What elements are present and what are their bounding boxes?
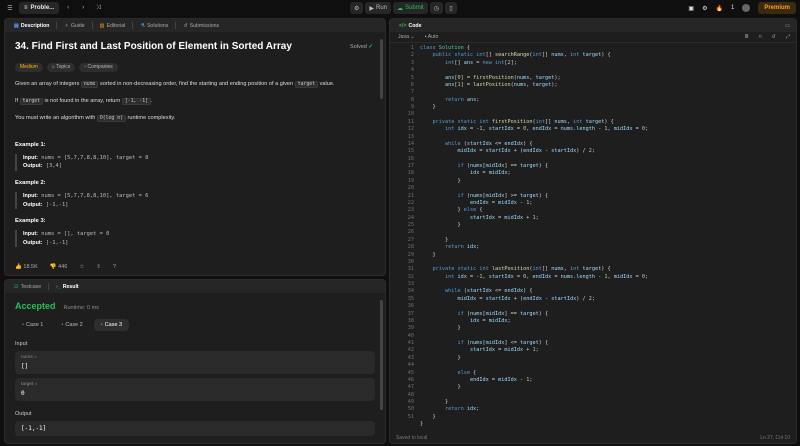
- code-editor[interactable]: 1 2 3 4 5 6 7 8 9 10 11 12 13 14 15 16 17 18 19 20 21 22 23 24 2…: [390, 43, 796, 435]
- list-icon: ≡: [24, 5, 28, 11]
- check-icon: ✓: [368, 44, 373, 50]
- tab-result[interactable]: ›_ Result: [51, 282, 83, 292]
- code-tabs: </> Code ▭: [390, 19, 796, 32]
- tab-guide[interactable]: ✧ Guide: [59, 21, 89, 31]
- companies-chip[interactable]: ▫ Companies: [79, 62, 118, 72]
- problem-title: Proble...: [30, 5, 55, 11]
- book-icon: ▥: [99, 22, 105, 29]
- run-button[interactable]: ▶ Run: [365, 2, 392, 14]
- fire-icon: 🔥: [715, 5, 723, 12]
- output-label: Output: [15, 411, 32, 417]
- case-tab-2[interactable]: • Case 2: [54, 319, 89, 331]
- description-panel: ▤ Description ✧ Guide ▥ Editorial ⚗ Solution…: [4, 18, 386, 276]
- format-icon[interactable]: ≣: [744, 34, 748, 40]
- tab-code[interactable]: </> Code: [394, 21, 426, 31]
- example-box: Input: nums = [5,7,7,8,8,10], target = 8…: [15, 154, 375, 171]
- like-button[interactable]: 👍 18.5K: [15, 264, 38, 270]
- case-tab-3[interactable]: • Case 3: [93, 319, 130, 331]
- top-bar: ☰ ≡ Proble... ‹ › ⤨ ⚙ ▶ Run ☁ Submit ◷ ▯ ▣ …: [0, 0, 800, 17]
- cursor-position: Ln 27, Col 10: [760, 435, 790, 441]
- description-paragraph: You must write an algorithm with O(log n…: [15, 114, 176, 122]
- scrollbar[interactable]: [380, 300, 383, 410]
- prev-icon[interactable]: ‹: [62, 2, 74, 14]
- runtime-text: Runtime: 0 ms: [63, 305, 99, 311]
- line-numbers: 1 2 3 4 5 6 7 8 9 10 11 12 13 14 15 16 17 18 19 20 21 22 23 24 2…: [407, 45, 414, 420]
- nums-box: nums = []: [15, 351, 375, 374]
- output-box: [-1,-1]: [15, 421, 375, 436]
- notes-icon[interactable]: ▯: [444, 2, 457, 14]
- status-badge: Accepted: [15, 301, 56, 311]
- flask-icon: ⚗: [140, 22, 145, 29]
- code-lines[interactable]: class Solution { public static int[] sea…: [420, 45, 648, 429]
- example-heading: Example 2:: [15, 179, 46, 186]
- description-footer: 👍 18.5K 👎 446 ☆ ⇪ ?: [15, 264, 116, 270]
- input-label: Input: [15, 341, 28, 347]
- reset-icon[interactable]: ↺: [771, 34, 775, 40]
- code-icon: </>: [399, 22, 407, 29]
- tab-description[interactable]: ▤ Description: [9, 21, 54, 31]
- lock-icon: ▪: [424, 34, 427, 40]
- cloud-icon: ☁: [397, 5, 404, 12]
- play-icon: ▶: [369, 5, 375, 12]
- debug-button[interactable]: ⚙: [350, 2, 364, 14]
- shuffle-icon[interactable]: ⤨: [92, 2, 104, 14]
- checkbox-icon: ☑: [14, 283, 19, 290]
- language-select[interactable]: Java ⌄: [398, 34, 415, 40]
- example-heading: Example 3:: [15, 217, 46, 224]
- tab-testcase[interactable]: ☑ Testcase: [9, 282, 46, 292]
- streak-count: 1: [730, 5, 735, 11]
- doc-icon: ▤: [14, 22, 19, 29]
- thumbs-up-icon: 👍: [15, 264, 22, 270]
- editor-toolbar: Java ⌄ ▪ Auto ≣ ⌑ ↺ ⤢: [390, 32, 796, 43]
- editor-status-bar: Saved to local Ln 27, Col 10: [396, 435, 790, 441]
- settings-icon[interactable]: ⚙: [702, 5, 707, 12]
- submit-button[interactable]: ☁ Submit: [393, 2, 428, 14]
- description-paragraph: If target is not found in the array, ret…: [15, 97, 153, 105]
- problem-description: 34. Find First and Last Position of Elem…: [5, 32, 385, 255]
- history-icon: ↺: [183, 22, 188, 29]
- result-tabs: ☑ Testcase ›_ Result: [5, 280, 385, 293]
- description-tabs: ▤ Description ✧ Guide ▥ Editorial ⚗ Solution…: [5, 19, 385, 32]
- topics-chip[interactable]: ⌂ Topics: [46, 62, 76, 72]
- result-panel: ☑ Testcase ›_ Result Accepted Runtime: 0 ms…: [4, 279, 386, 444]
- autocomplete-toggle[interactable]: ▪ Auto: [425, 34, 439, 40]
- star-icon[interactable]: ☆: [79, 264, 84, 270]
- terminal-icon: ›_: [56, 283, 61, 290]
- timer-icon[interactable]: ◷: [429, 2, 443, 14]
- description-paragraph: Given an array of integers nums sorted i…: [15, 80, 335, 88]
- example-box: Input: nums = [5,7,7,8,8,10], target = 6…: [15, 192, 375, 209]
- help-icon[interactable]: ?: [113, 264, 116, 270]
- difficulty-badge[interactable]: Medium: [15, 62, 43, 72]
- tab-submissions[interactable]: ↺ Submissions: [178, 21, 224, 31]
- tab-solutions[interactable]: ⚗ Solutions: [135, 21, 173, 31]
- minimize-icon[interactable]: ▭: [785, 23, 790, 29]
- page-title: 34. Find First and Last Position of Elem…: [15, 41, 292, 52]
- premium-button[interactable]: Premium: [758, 2, 796, 14]
- avatar[interactable]: [742, 4, 751, 12]
- result-content: Accepted Runtime: 0 ms • Case 1 • Case 2 • C…: [5, 293, 385, 443]
- expand-icon[interactable]: ⤢: [786, 34, 790, 41]
- code-panel: </> Code ▭ Java ⌄ ▪ Auto ≣ ⌑ ↺ ⤢ 12345678…: [389, 18, 797, 444]
- thumbs-down-icon: 👎: [49, 264, 57, 270]
- bookmark-icon[interactable]: ⌑: [759, 34, 762, 40]
- tab-editorial[interactable]: ▥ Editorial: [95, 21, 131, 31]
- menu-icon[interactable]: ☰: [4, 2, 16, 14]
- share-icon[interactable]: ⇪: [96, 264, 101, 270]
- dislike-button[interactable]: 👎 446: [50, 264, 68, 270]
- next-icon[interactable]: ›: [77, 2, 89, 14]
- scrollbar[interactable]: [380, 39, 383, 99]
- example-heading: Example 1:: [15, 141, 46, 148]
- example-box: Input: nums = [], target = 0 Output: [-1…: [15, 230, 375, 248]
- target-box: target = 0: [15, 378, 375, 401]
- solved-status: Solved ✓: [350, 44, 373, 50]
- guide-icon: ✧: [64, 22, 69, 29]
- case-tab-1[interactable]: • Case 1: [15, 319, 50, 331]
- save-status: Saved to local: [396, 435, 428, 441]
- layout-icon[interactable]: ▣: [688, 5, 694, 12]
- problem-list-button[interactable]: ≡ Proble...: [19, 2, 60, 14]
